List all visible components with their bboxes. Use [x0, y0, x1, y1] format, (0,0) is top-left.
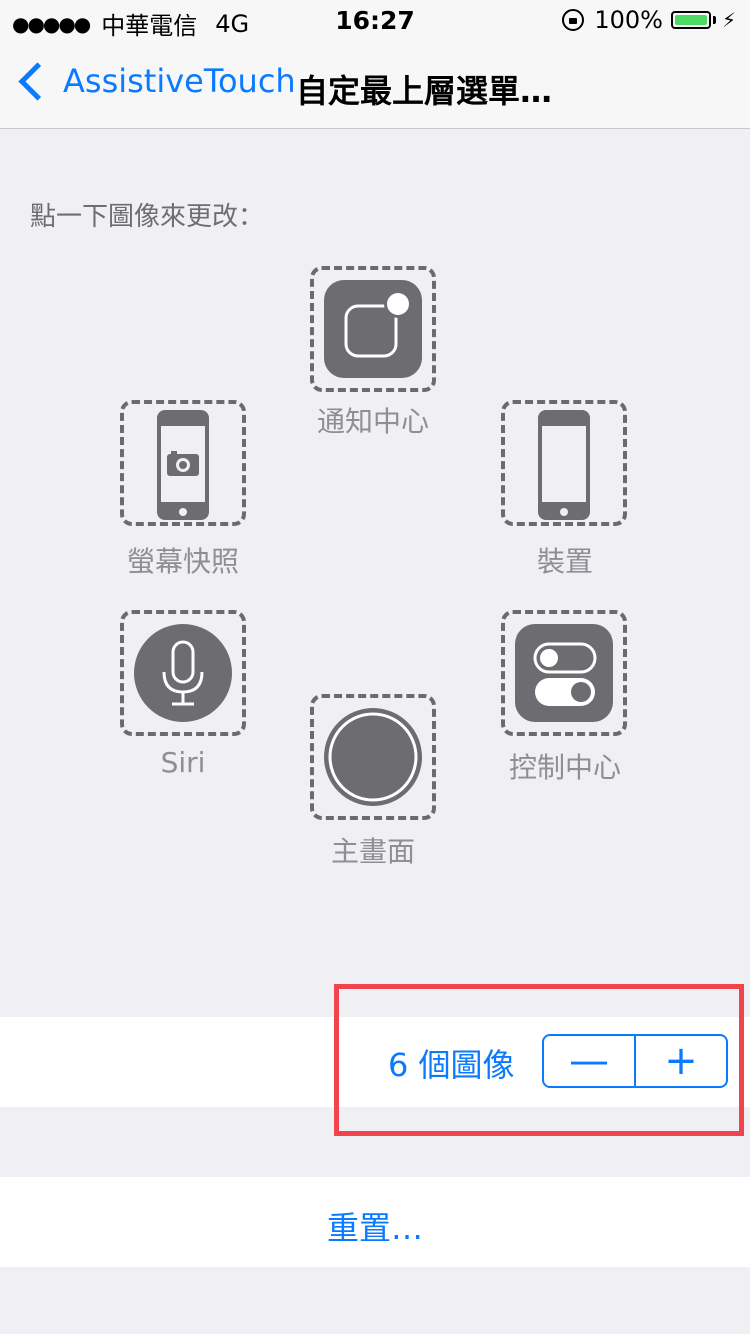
label-notification-center: 通知中心: [316, 405, 429, 438]
battery-icon: [670, 11, 711, 29]
back-button[interactable]: AssistiveTouch: [14, 61, 296, 101]
label-device: 裝置: [536, 545, 593, 578]
icon-slot-siri[interactable]: [120, 610, 246, 736]
status-bar: ●●●●● 中華電信 4G 16:27 100% ⚡: [0, 0, 750, 40]
label-screenshot: 螢幕快照: [126, 545, 239, 578]
charging-icon: ⚡: [721, 8, 736, 32]
instruction-text: 點一下圖像來更改：: [30, 202, 265, 232]
reset-button[interactable]: 重置…: [0, 1203, 750, 1249]
siri-icon: [134, 624, 232, 722]
device-icon: [538, 410, 590, 520]
highlight-box: [334, 984, 744, 1136]
battery-tip: [712, 16, 716, 24]
label-control-center: 控制中心: [508, 751, 621, 784]
notification-center-icon: [324, 280, 422, 378]
label-siri: Siri: [160, 746, 206, 779]
back-button-label: AssistiveTouch: [63, 62, 296, 100]
battery-percent: 100%: [594, 6, 663, 34]
icon-slot-screenshot[interactable]: [120, 400, 246, 526]
icon-slot-home[interactable]: [310, 694, 436, 820]
page-title: 自定最上層選單…: [296, 72, 553, 110]
icon-slot-control-center[interactable]: [501, 610, 627, 736]
navigation-bar: AssistiveTouch 自定最上層選單…: [0, 40, 750, 129]
rotation-lock-icon: [562, 9, 585, 31]
home-icon: [324, 708, 422, 806]
control-center-icon: [515, 624, 613, 722]
status-right: 100% ⚡: [562, 6, 736, 34]
chevron-left-icon: [18, 61, 57, 101]
label-home: 主畫面: [330, 835, 415, 868]
icon-slot-notification-center[interactable]: [310, 266, 436, 392]
screenshot-icon: [157, 410, 209, 520]
icon-slot-device[interactable]: [501, 400, 627, 526]
